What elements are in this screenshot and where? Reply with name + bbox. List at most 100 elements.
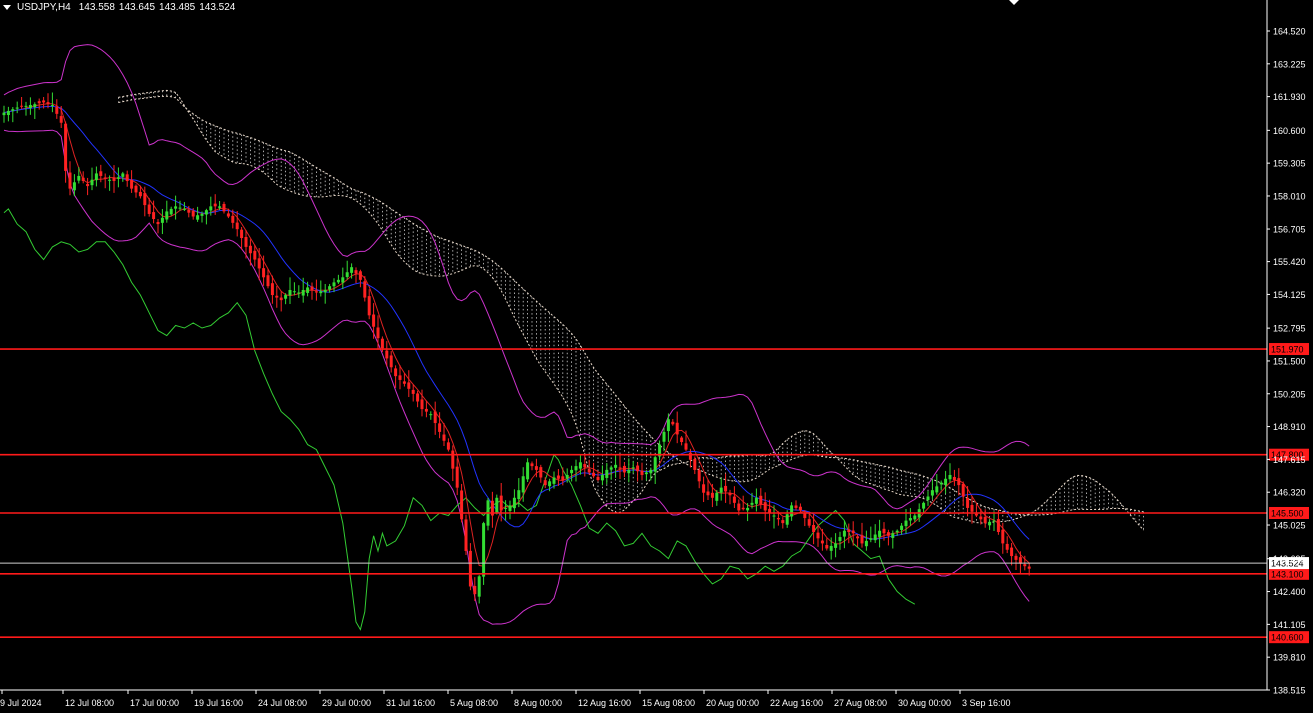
candle-body bbox=[134, 185, 138, 193]
time-tick-label: 12 Aug 16:00 bbox=[578, 698, 631, 708]
candle-body bbox=[596, 476, 600, 481]
price-tick-label: 147.615 bbox=[1273, 455, 1306, 465]
time-axis: 9 Jul 2024 12 Jul 08:00 17 Jul 00:00 19 Jul… bbox=[0, 689, 1267, 708]
candle-body bbox=[372, 314, 376, 327]
candle-body bbox=[697, 470, 701, 482]
candle-body bbox=[741, 507, 745, 510]
candle-body bbox=[750, 502, 754, 505]
candle-body bbox=[20, 105, 24, 107]
candle-body bbox=[328, 286, 332, 290]
candle-body bbox=[288, 289, 292, 296]
time-tick-label: 22 Aug 16:00 bbox=[770, 698, 823, 708]
price-tick-label: 155.420 bbox=[1273, 257, 1306, 267]
candle-body bbox=[380, 338, 384, 349]
time-tick-label: 12 Jul 08:00 bbox=[65, 698, 114, 708]
candle-body bbox=[754, 497, 758, 504]
candle-body bbox=[411, 389, 415, 394]
candle-body bbox=[156, 222, 160, 225]
candle-body bbox=[218, 206, 222, 208]
candle-body bbox=[420, 399, 424, 410]
candle-body bbox=[473, 585, 477, 595]
candle-body bbox=[319, 291, 323, 294]
candle-body bbox=[1023, 564, 1027, 567]
time-tick-label: 8 Aug 00:00 bbox=[514, 698, 562, 708]
time-tick-label: 3 Sep 16:00 bbox=[962, 698, 1011, 708]
candle-body bbox=[988, 521, 992, 526]
candle-body bbox=[209, 206, 213, 211]
candle-body bbox=[820, 540, 824, 544]
candle-body bbox=[996, 519, 1000, 532]
candle-body bbox=[816, 532, 820, 539]
time-tick-label: 24 Jul 08:00 bbox=[258, 698, 307, 708]
candle-body bbox=[301, 289, 305, 296]
candle-body bbox=[829, 545, 833, 551]
candle-body bbox=[394, 368, 398, 377]
level-price-label: 145.500 bbox=[1271, 508, 1304, 518]
price-tick-label: 142.400 bbox=[1273, 587, 1306, 597]
candle-body bbox=[684, 443, 688, 450]
shift-marker-icon[interactable] bbox=[1009, 0, 1019, 5]
candle-body bbox=[196, 215, 200, 220]
candle-body bbox=[952, 476, 956, 481]
price-tick-label: 145.025 bbox=[1273, 521, 1306, 531]
candle-body bbox=[530, 463, 534, 467]
candle-body bbox=[539, 467, 543, 478]
chart-canvas[interactable]: 151.970147.800145.500143.100140.600143.5… bbox=[0, 0, 1313, 713]
horizontal-levels[interactable]: 151.970147.800145.500143.100140.600143.5… bbox=[0, 343, 1309, 644]
candle-body bbox=[416, 393, 420, 402]
candle-body bbox=[297, 292, 301, 294]
candle-body bbox=[825, 544, 829, 549]
candle-body bbox=[583, 464, 587, 468]
candle-body bbox=[125, 174, 129, 182]
candle-body bbox=[310, 286, 314, 290]
candle-body bbox=[152, 212, 156, 220]
candle-body bbox=[358, 271, 362, 280]
candle-body bbox=[842, 530, 846, 537]
candle-body bbox=[878, 530, 882, 537]
candle-body bbox=[332, 282, 336, 287]
candle-body bbox=[908, 518, 912, 521]
senkou-span-a bbox=[118, 89, 1144, 531]
candle-body bbox=[543, 480, 547, 486]
candle-body bbox=[895, 530, 899, 533]
candle-body bbox=[834, 543, 838, 548]
candle-body bbox=[614, 464, 618, 468]
candle-body bbox=[116, 177, 120, 179]
dropdown-triangle-icon[interactable] bbox=[3, 4, 11, 10]
open-value: 143.558 bbox=[78, 1, 115, 13]
price-tick-label: 152.795 bbox=[1273, 324, 1306, 334]
candle-body bbox=[138, 191, 142, 197]
candle-body bbox=[482, 523, 486, 577]
candle-body bbox=[253, 250, 257, 260]
chart-window[interactable]: 151.970 147.800 145.500 143.100 140.600 143.5… bbox=[0, 0, 1313, 713]
candle-body bbox=[284, 295, 288, 299]
time-tick-label: 20 Aug 00:00 bbox=[706, 698, 759, 708]
candle-body bbox=[913, 515, 917, 520]
candle-body bbox=[526, 462, 530, 480]
candle-body bbox=[1001, 529, 1005, 544]
candle-body bbox=[451, 450, 455, 469]
candle-body bbox=[644, 472, 648, 475]
candle-body bbox=[1014, 555, 1018, 560]
candle-body bbox=[354, 270, 358, 274]
candle-body bbox=[160, 217, 164, 223]
candle-body bbox=[587, 469, 591, 473]
candle-body bbox=[508, 505, 512, 511]
high-value: 143.645 bbox=[118, 1, 156, 13]
candle-body bbox=[693, 459, 697, 470]
candle-body bbox=[429, 414, 433, 416]
candle-body bbox=[680, 437, 684, 443]
candle-body bbox=[103, 177, 107, 179]
candle-body bbox=[178, 207, 182, 209]
candle-body bbox=[398, 375, 402, 380]
symbol-header[interactable]: USDJPY,H4 143.558 143.645 143.485 143.52… bbox=[3, 1, 235, 13]
candle-body bbox=[24, 105, 28, 107]
candle-body bbox=[81, 177, 85, 182]
candle-body bbox=[345, 272, 349, 277]
candle-body bbox=[851, 530, 855, 534]
candle-body bbox=[314, 291, 318, 293]
candle-body bbox=[99, 171, 103, 176]
candle-body bbox=[719, 487, 723, 493]
candle-body bbox=[517, 490, 521, 500]
candle-body bbox=[389, 355, 393, 368]
